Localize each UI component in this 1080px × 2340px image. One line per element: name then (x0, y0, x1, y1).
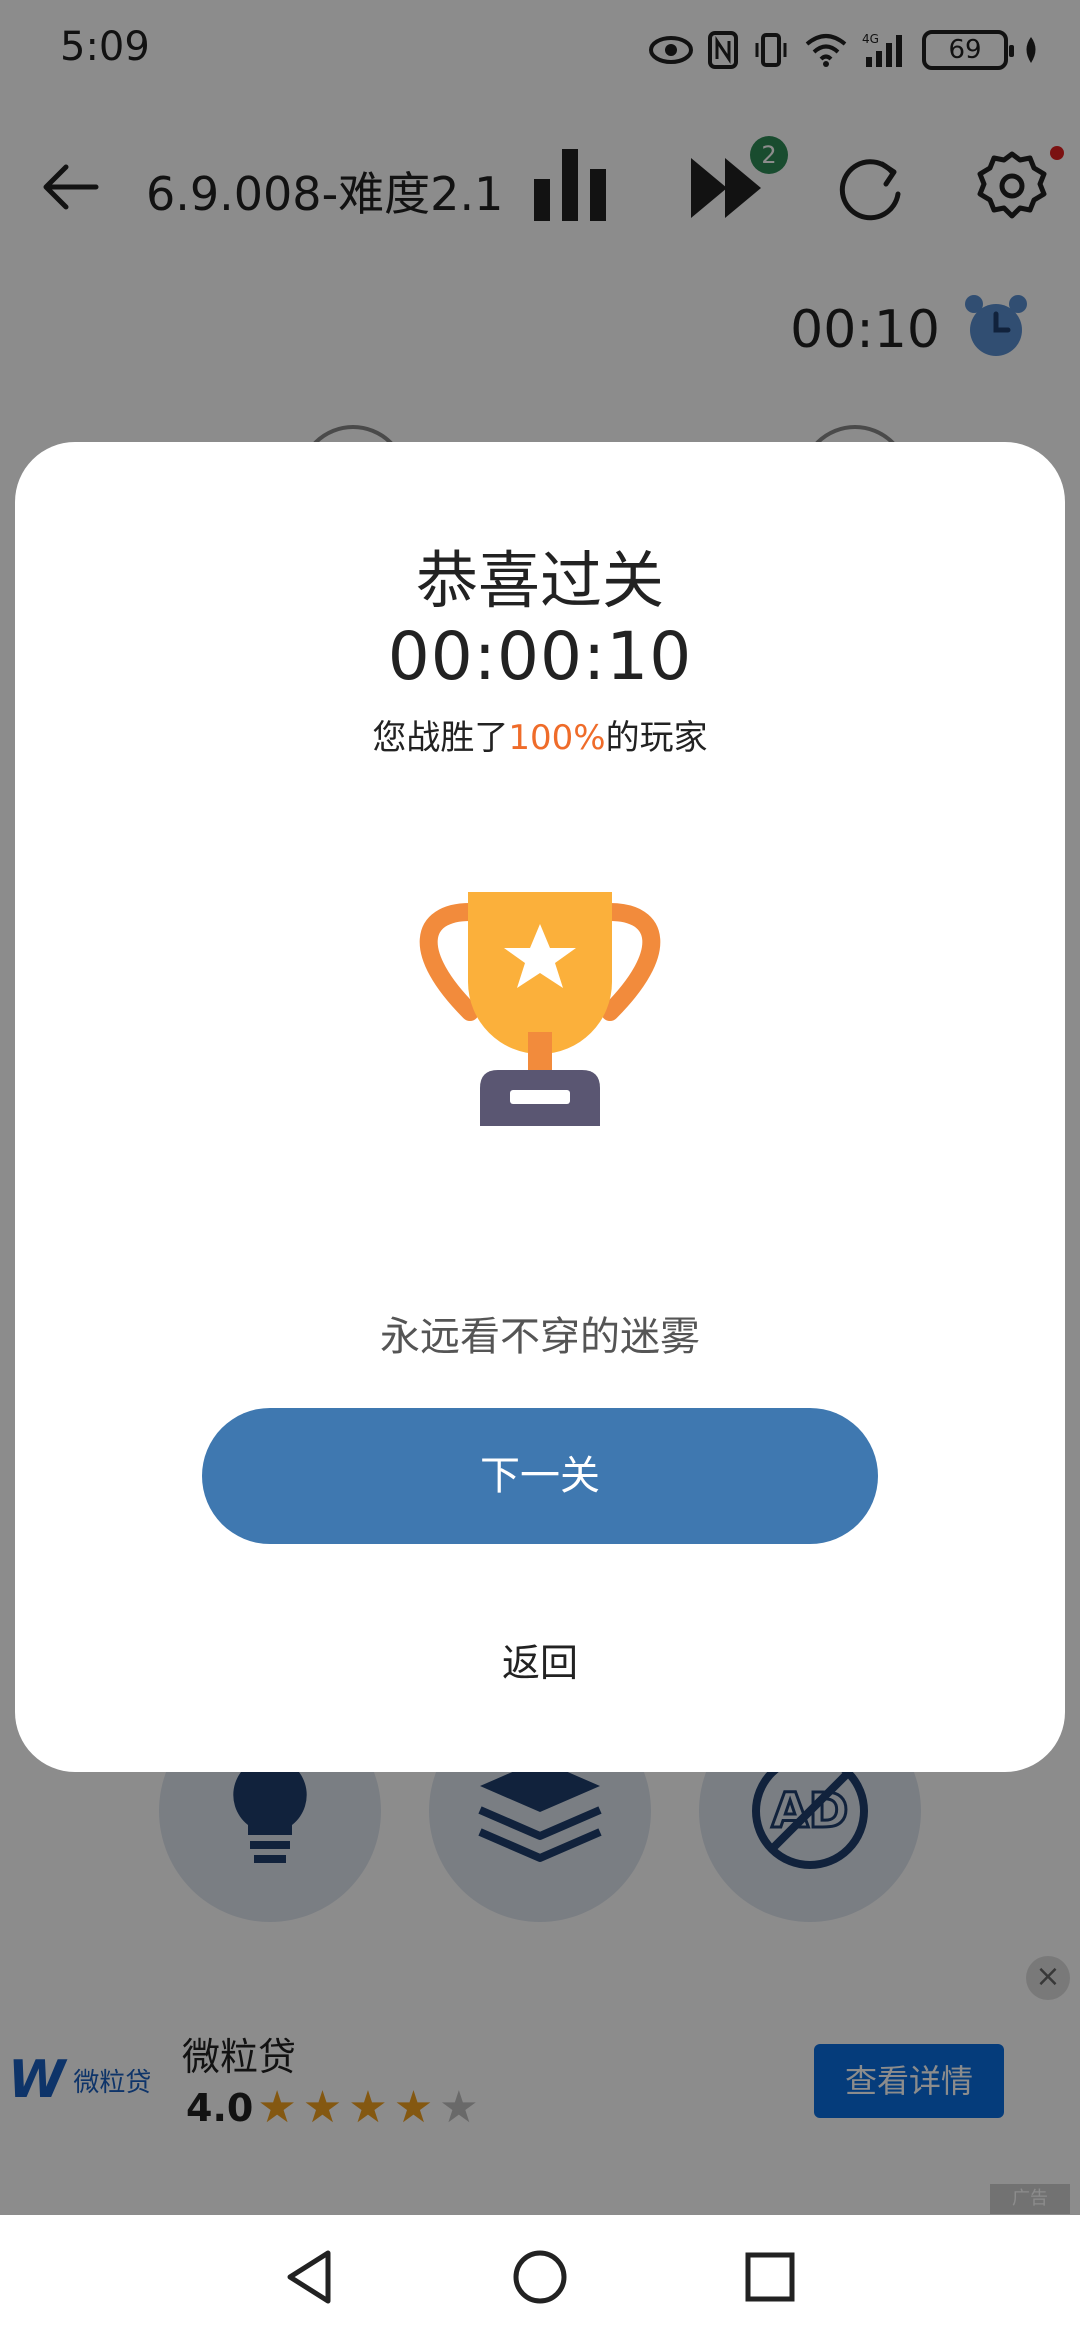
nav-recents-icon[interactable] (738, 2245, 802, 2309)
nav-back-icon[interactable] (278, 2245, 342, 2309)
next-level-button[interactable]: 下一关 (202, 1408, 878, 1544)
dialog-title: 恭喜过关 (415, 544, 664, 617)
nav-home-icon[interactable] (508, 2245, 572, 2309)
system-nav-bar (0, 2215, 1080, 2340)
beat-suffix: 的玩家 (605, 718, 708, 758)
level-complete-dialog: 恭喜过关 00:00:10 您战胜了100%的玩家 永远看不穿的迷雾 下一关 返… (15, 442, 1065, 1772)
level-name: 永远看不穿的迷雾 (380, 1314, 700, 1360)
trophy-icon (419, 892, 661, 1126)
dialog-back-button[interactable]: 返回 (15, 1632, 1065, 1687)
beat-percent: 100% (508, 718, 606, 758)
beat-players-text: 您战胜了100%的玩家 (15, 710, 1065, 759)
completion-time: 00:00:10 (387, 618, 693, 695)
beat-prefix: 您战胜了 (372, 718, 509, 758)
game-screen: 5:09 4G 69 6.9.008-难度2.1 2 00:10 AD × (0, 0, 1080, 2215)
